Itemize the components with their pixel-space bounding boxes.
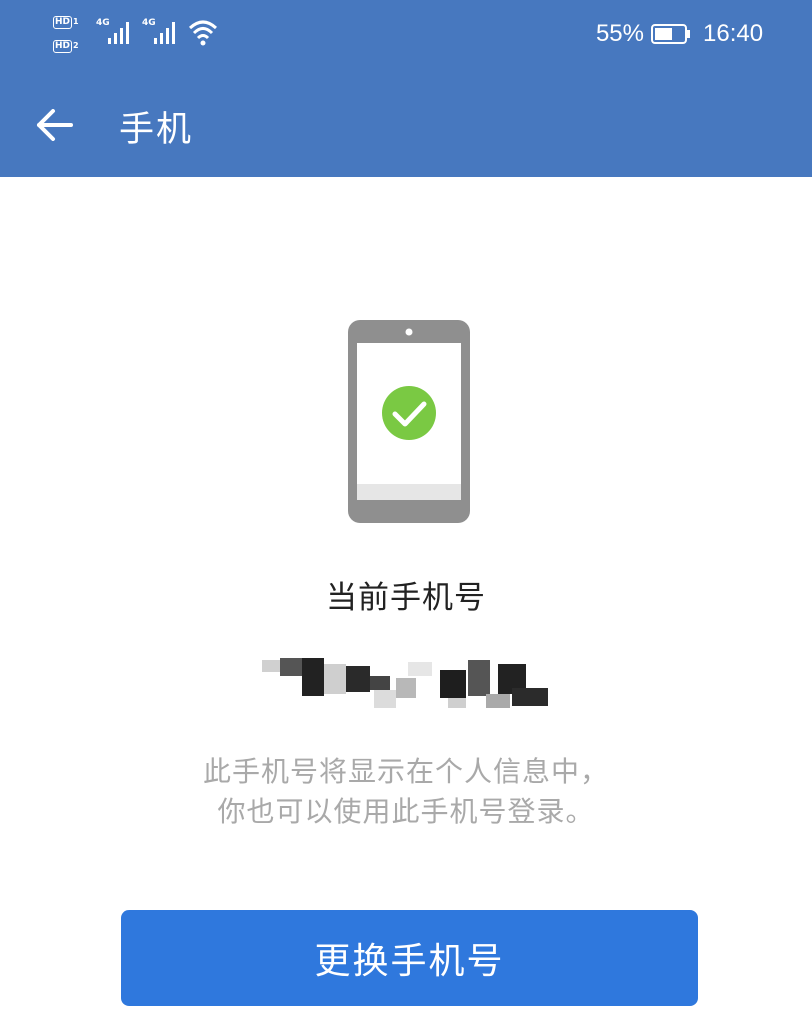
sim1-hd-badge: HD 1 [53,14,89,30]
current-phone-label: 当前手机号 [326,580,486,616]
hint-line-2: 你也可以使用此手机号登录。 [217,795,595,828]
phone-check-icon [348,320,470,523]
sim2-number: 2 [73,41,79,50]
battery-percentage: 55% [595,20,644,47]
change-phone-button[interactable]: 更换手机号 [121,910,698,1006]
back-button[interactable] [30,100,80,150]
clock: 16:40 [703,20,764,47]
status-bar: HD 1 HD 2 4G 4G 55% 16:40 [0,0,812,70]
sim2-hd-label: HD [53,40,73,53]
back-arrow-icon [37,109,73,141]
wifi-icon [188,20,218,46]
app-header: HD 1 HD 2 4G 4G 55% 16:40 手机 [0,0,812,177]
page-title: 手机 [119,110,194,150]
sim1-number: 1 [73,17,79,26]
hint-text: 此手机号将显示在个人信息中， 你也可以使用此手机号登录。 [0,752,812,832]
sim2-signal: 4G [142,18,182,46]
sim-indicators: HD 1 HD 2 [53,14,91,56]
hint-line-1: 此手机号将显示在个人信息中， [202,755,609,788]
masked-phone-number [262,658,548,710]
sim1-signal: 4G [96,18,136,46]
sim2-hd-badge: HD 2 [53,38,89,54]
signal-icon [108,22,129,44]
sim1-hd-label: HD [53,16,73,29]
signal-icon [154,22,175,44]
battery-icon [651,24,690,44]
